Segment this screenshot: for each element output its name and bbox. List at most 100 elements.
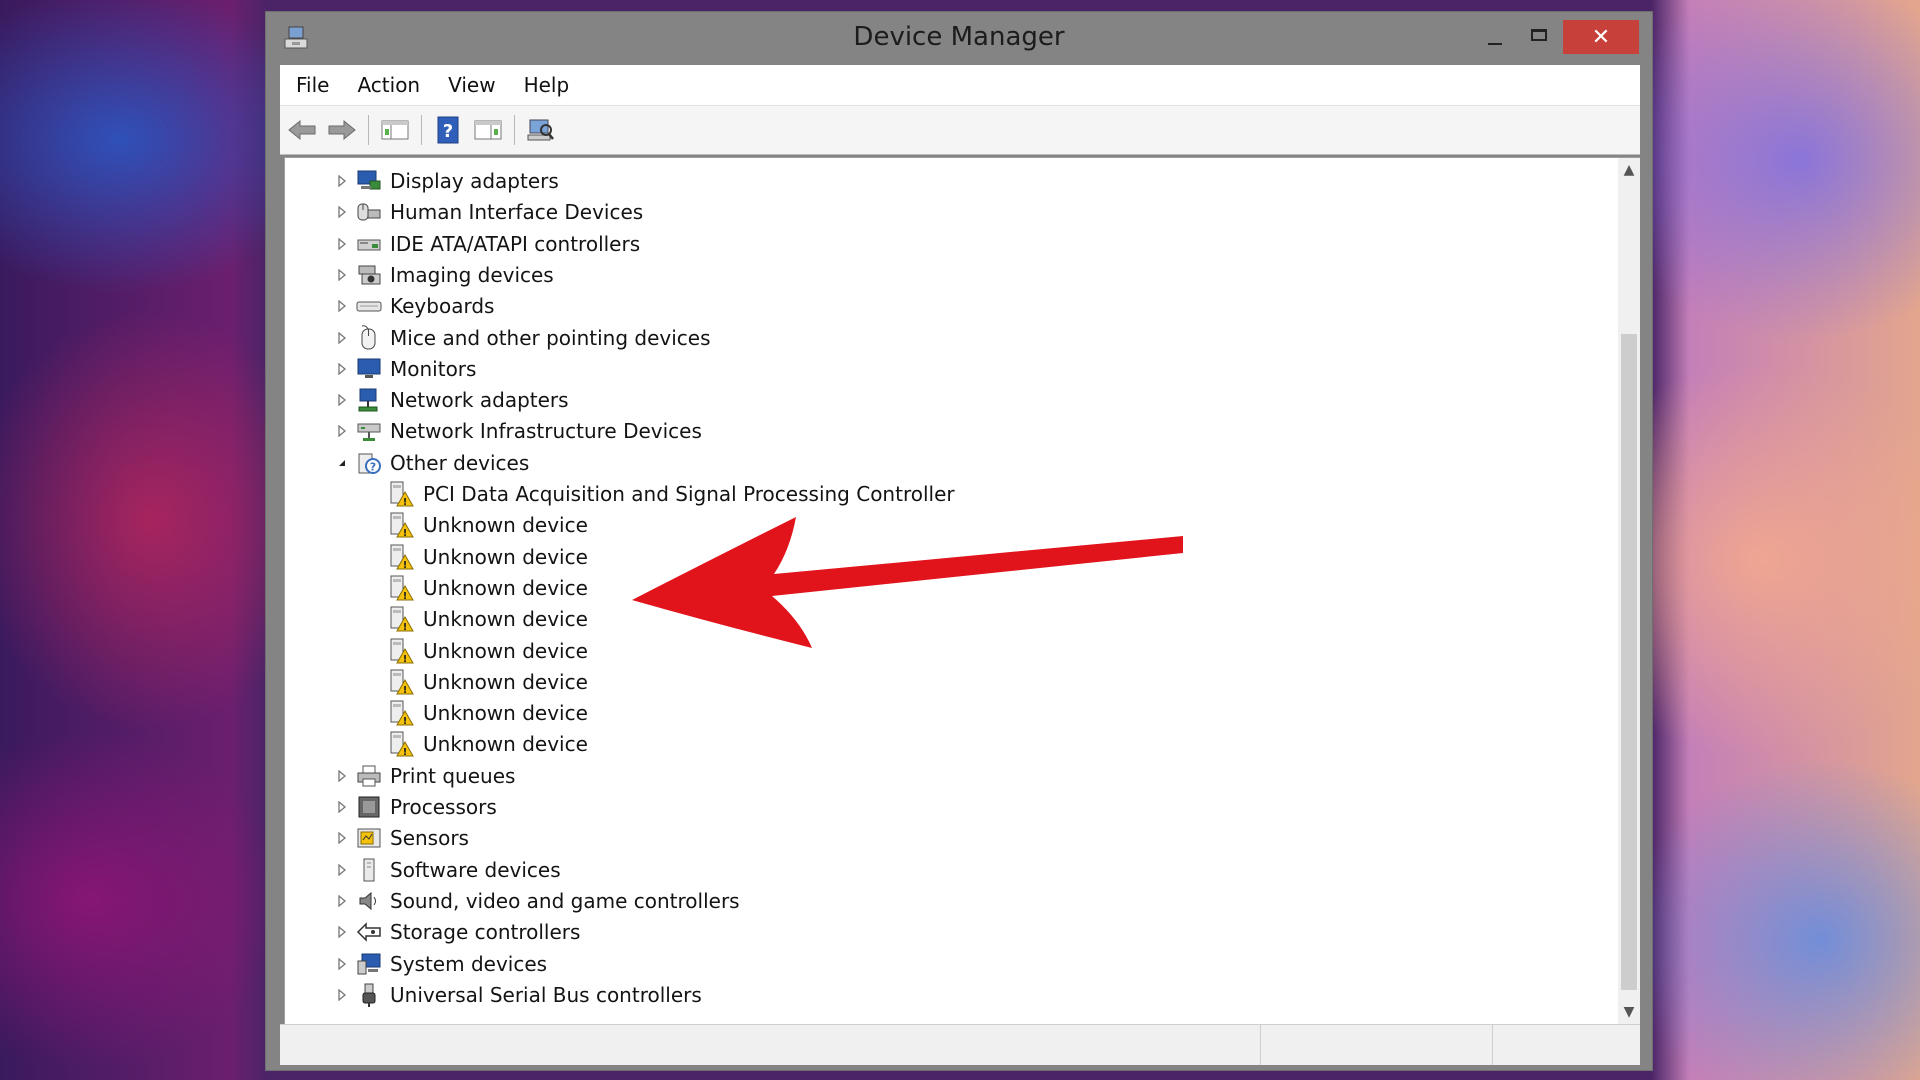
tree-node-label: Unknown device [423, 701, 588, 726]
software-device-icon [355, 856, 383, 884]
toolbar: ? [280, 105, 1640, 155]
toolbar-separator [514, 115, 515, 145]
back-button[interactable] [284, 112, 320, 148]
tree-node-device[interactable]: ! Unknown device [388, 636, 588, 666]
maximize-icon [1531, 29, 1547, 41]
tree-node-label: Universal Serial Bus controllers [390, 982, 702, 1007]
svg-text:!: ! [403, 747, 408, 758]
tree-node-category[interactable]: Keyboards [335, 291, 494, 321]
tree-node-device[interactable]: ! Unknown device [388, 510, 588, 540]
menu-view[interactable]: View [434, 73, 509, 97]
expand-arrow-icon[interactable] [335, 831, 349, 845]
scrollbar-thumb[interactable] [1621, 334, 1637, 990]
warning-device-icon: ! [388, 605, 416, 633]
scan-hardware-button[interactable] [523, 112, 559, 148]
svg-text:?: ? [370, 460, 376, 473]
expand-arrow-icon[interactable] [335, 237, 349, 251]
tree-node-category[interactable]: Sound, video and game controllers [335, 886, 740, 916]
scroll-up-icon[interactable]: ▲ [1618, 158, 1640, 182]
vertical-scrollbar[interactable]: ▲ ▼ [1618, 157, 1640, 1025]
tree-node-label: Keyboards [390, 294, 495, 319]
status-bar [280, 1024, 1640, 1065]
tree-node-label: PCI Data Acquisition and Signal Processi… [423, 482, 955, 506]
expand-arrow-icon[interactable] [335, 925, 349, 939]
tree-node-device[interactable]: ! PCI Data Acquisition and Signal Process… [388, 479, 955, 509]
tree-node-category[interactable]: IDE ATA/ATAPI controllers [335, 229, 640, 259]
expand-arrow-icon[interactable] [335, 988, 349, 1002]
tree-node-category[interactable]: Network adapters [335, 385, 569, 415]
tree-node-label: Network Infrastructure Devices [390, 419, 702, 444]
device-tree[interactable]: Display adapters Human Interface Devices I… [284, 157, 1619, 1025]
expand-arrow-icon[interactable] [335, 393, 349, 407]
tree-node-category[interactable]: System devices [335, 949, 547, 979]
tree-node-device[interactable]: ! Unknown device [388, 698, 588, 728]
tree-node-category[interactable]: Imaging devices [335, 260, 554, 290]
expand-arrow-icon[interactable] [335, 863, 349, 877]
tree-node-category[interactable]: Monitors [335, 354, 476, 384]
menu-help[interactable]: Help [510, 73, 584, 97]
show-hide-console-tree-button[interactable] [377, 112, 413, 148]
tree-node-label: Network adapters [390, 388, 569, 413]
tree-node-label: Unknown device [423, 607, 588, 632]
tree-node-label: Sensors [390, 826, 469, 851]
tree-node-category[interactable]: Sensors [335, 823, 469, 853]
forward-button[interactable] [324, 112, 360, 148]
tree-node-label: System devices [390, 951, 548, 976]
help-button[interactable]: ? [430, 112, 466, 148]
tree-node-category[interactable]: Storage controllers [335, 917, 580, 947]
window-title: Device Manager [853, 22, 1065, 52]
expand-arrow-icon[interactable] [335, 424, 349, 438]
tree-node-device[interactable]: ! Unknown device [388, 604, 588, 634]
toolbar-separator [368, 115, 369, 145]
tree-node-category[interactable]: Network Infrastructure Devices [335, 416, 702, 446]
tree-node-category[interactable]: Processors [335, 792, 497, 822]
warning-device-icon: ! [388, 511, 416, 539]
expand-arrow-icon[interactable] [335, 299, 349, 313]
network-adapter-icon [355, 386, 383, 414]
tree-node-device[interactable]: ! Unknown device [388, 729, 588, 759]
hid-icon [355, 198, 383, 226]
scroll-down-icon[interactable]: ▼ [1618, 1000, 1640, 1024]
maximize-button[interactable] [1517, 20, 1561, 54]
tree-node-category[interactable]: ? Other devices [335, 448, 529, 478]
tree-node-category[interactable]: Display adapters [335, 166, 559, 196]
warning-device-icon: ! [388, 543, 416, 571]
title-bar[interactable]: Device Manager ✕ [266, 12, 1652, 65]
collapse-arrow-icon[interactable] [335, 456, 349, 470]
mouse-icon [355, 324, 383, 352]
warning-device-icon: ! [388, 668, 416, 696]
tree-node-category[interactable]: Software devices [335, 855, 561, 885]
tree-node-category[interactable]: Print queues [335, 761, 515, 791]
svg-text:!: ! [403, 654, 408, 665]
tree-node-device[interactable]: ! Unknown device [388, 667, 588, 697]
status-pane [280, 1025, 1261, 1065]
tree-node-category[interactable]: Human Interface Devices [335, 197, 643, 227]
tree-node-category[interactable]: Mice and other pointing devices [335, 323, 711, 353]
expand-arrow-icon[interactable] [335, 769, 349, 783]
tree-node-label: Unknown device [423, 575, 588, 600]
storage-controller-icon [355, 918, 383, 946]
tree-node-device[interactable]: ! Unknown device [388, 542, 588, 572]
expand-arrow-icon[interactable] [335, 331, 349, 345]
expand-arrow-icon[interactable] [335, 800, 349, 814]
expand-arrow-icon[interactable] [335, 268, 349, 282]
menu-action[interactable]: Action [343, 73, 434, 97]
properties-pane-button[interactable] [470, 112, 506, 148]
expand-arrow-icon[interactable] [335, 894, 349, 908]
tree-node-label: Storage controllers [390, 920, 581, 945]
tree-node-label: Software devices [390, 857, 561, 882]
device-manager-window: Device Manager ✕ File Action View Help ? [266, 12, 1652, 1070]
tree-node-device[interactable]: ! Unknown device [388, 573, 588, 603]
expand-arrow-icon[interactable] [335, 205, 349, 219]
close-button[interactable]: ✕ [1563, 20, 1639, 54]
minimize-button[interactable] [1473, 20, 1517, 54]
tree-node-category[interactable]: Universal Serial Bus controllers [335, 980, 702, 1010]
svg-text:!: ! [403, 716, 408, 727]
expand-arrow-icon[interactable] [335, 174, 349, 188]
warning-device-icon: ! [388, 637, 416, 665]
expand-arrow-icon[interactable] [335, 957, 349, 971]
expand-arrow-icon[interactable] [335, 362, 349, 376]
properties-pane-icon [474, 120, 502, 140]
tree-node-label: Unknown device [423, 669, 588, 694]
menu-file[interactable]: File [280, 73, 343, 97]
